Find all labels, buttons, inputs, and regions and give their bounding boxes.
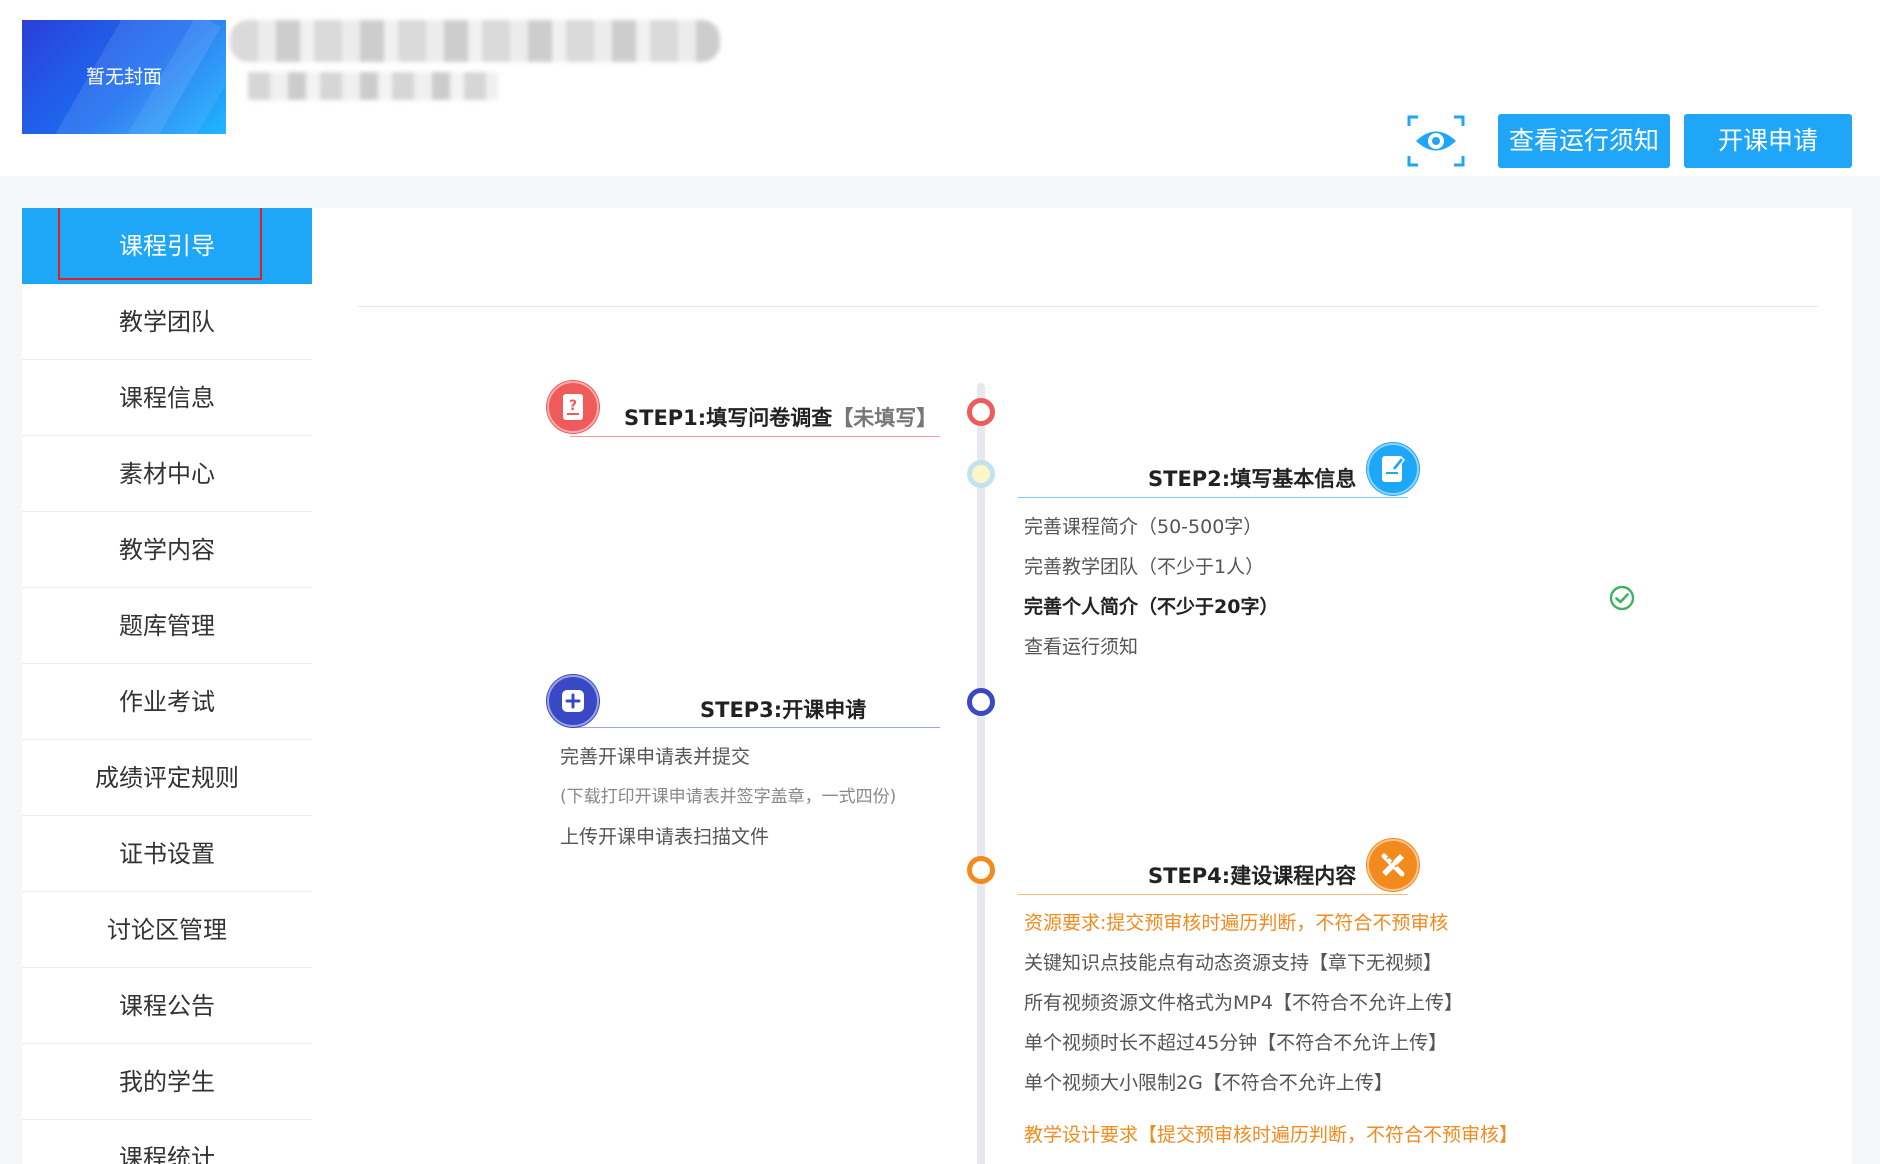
step1-title-row[interactable]: STEP1:填写问卷调查【未填写】 [624,402,937,432]
course-apply-button[interactable]: 开课申请 [1684,114,1852,168]
pencil-ruler-icon [1366,838,1420,892]
course-cover-image: 暂无封面 [22,20,226,134]
sidebar-item-label: 作业考试 [119,688,215,716]
step2-item-team[interactable]: 完善教学团队（不少于1人） [1024,552,1264,579]
timeline-axis [977,383,985,1164]
step3-item-note: (下载打印开课申请表并签字盖章，一式四份) [560,787,897,807]
sidebar-item-course-guide[interactable]: 课程引导 [22,208,312,284]
step2-item-profile[interactable]: 完善个人简介（不少于20字） [1024,592,1278,619]
step1-status-tag: 【未填写】 [832,406,938,430]
sidebar-item-teaching-team[interactable]: 教学团队 [22,284,312,360]
sidebar-item-course-info[interactable]: 课程信息 [22,360,312,436]
view-notice-button[interactable]: 查看运行须知 [1498,114,1670,168]
apply-form-icon [546,674,600,728]
sidebar-item-label: 课程统计 [119,1144,215,1164]
sidebar-item-question-bank[interactable]: 题库管理 [22,588,312,664]
check-circle-icon [1608,584,1636,612]
step3-node [967,688,995,716]
eye-icon [1407,115,1465,167]
sidebar-item-announcement[interactable]: 课程公告 [22,968,312,1044]
step2-node [967,460,995,488]
step1-underline [570,436,940,437]
sidebar-item-label: 讨论区管理 [107,916,227,944]
sidebar-item-statistics[interactable]: 课程统计 [22,1120,312,1164]
sidebar-item-label: 教学内容 [119,536,215,564]
sidebar-item-teaching-content[interactable]: 教学内容 [22,512,312,588]
step3-underline [570,727,940,728]
step4-item-design-req: 教学设计要求【提交预审核时遍历判断，不符合不预审核】 [1024,1124,1519,1146]
highlight-box [58,208,262,280]
questionnaire-icon: ? [546,380,600,434]
step1-title: STEP1:填写问卷调查 [624,406,833,430]
step1-node [967,398,995,426]
sidebar-item-label: 课程信息 [119,384,215,412]
sidebar-item-my-students[interactable]: 我的学生 [22,1044,312,1120]
step2-underline [1018,497,1408,498]
sidebar-nav: 课程引导 教学团队 课程信息 素材中心 教学内容 题库管理 作业考试 成绩评定规… [22,208,312,1164]
step4-item-size[interactable]: 单个视频大小限制2G【不符合不允许上传】 [1024,1068,1393,1095]
preview-button[interactable] [1406,114,1466,168]
sidebar-item-label: 成绩评定规则 [95,764,239,792]
sidebar-item-label: 我的学生 [119,1068,215,1096]
sidebar-item-label: 证书设置 [119,840,215,868]
step3-title[interactable]: STEP3:开课申请 [700,694,866,724]
sidebar-item-grading-rules[interactable]: 成绩评定规则 [22,740,312,816]
panel-divider [358,306,1818,307]
course-subtitle-redacted [248,72,498,100]
sidebar-item-material-center[interactable]: 素材中心 [22,436,312,512]
sidebar-item-discussion[interactable]: 讨论区管理 [22,892,312,968]
svg-text:?: ? [569,398,577,414]
step4-title[interactable]: STEP4:建设课程内容 [1148,860,1356,890]
step2-item-notice[interactable]: 查看运行须知 [1024,632,1138,659]
sidebar-item-certificate[interactable]: 证书设置 [22,816,312,892]
step4-item-resource-req: 资源要求:提交预审核时遍历判断，不符合不预审核 [1024,912,1449,934]
sidebar-item-label: 课程公告 [119,992,215,1020]
course-title-redacted [230,20,720,62]
step4-item-mp4[interactable]: 所有视频资源文件格式为MP4【不符合不允许上传】 [1024,988,1463,1015]
sidebar-item-homework-exam[interactable]: 作业考试 [22,664,312,740]
step4-item-duration[interactable]: 单个视频时长不超过45分钟【不符合不允许上传】 [1024,1028,1447,1055]
step4-underline [1018,894,1408,895]
step4-item-dynamic[interactable]: 关键知识点技能点有动态资源支持【章下无视频】 [1024,948,1442,975]
step2-item-intro[interactable]: 完善课程简介（50-500字） [1024,512,1262,539]
guide-panel: ? STEP1:填写问卷调查【未填写】 STEP2:填写基本信息 完善课程简介（… [312,208,1852,1164]
course-header: 暂无封面 查看运行须知 开课申请 [0,0,1880,176]
step3-item-upload[interactable]: 上传开课申请表扫描文件 [560,822,769,849]
cover-placeholder-text: 暂无封面 [85,66,162,88]
sidebar-item-label: 题库管理 [119,612,215,640]
step2-title[interactable]: STEP2:填写基本信息 [1148,463,1356,493]
step3-item-submit[interactable]: 完善开课申请表并提交 [560,742,750,769]
sidebar-item-label: 素材中心 [119,460,215,488]
sidebar-item-label: 教学团队 [119,308,215,336]
step4-node [967,856,995,884]
edit-document-icon [1366,442,1420,496]
